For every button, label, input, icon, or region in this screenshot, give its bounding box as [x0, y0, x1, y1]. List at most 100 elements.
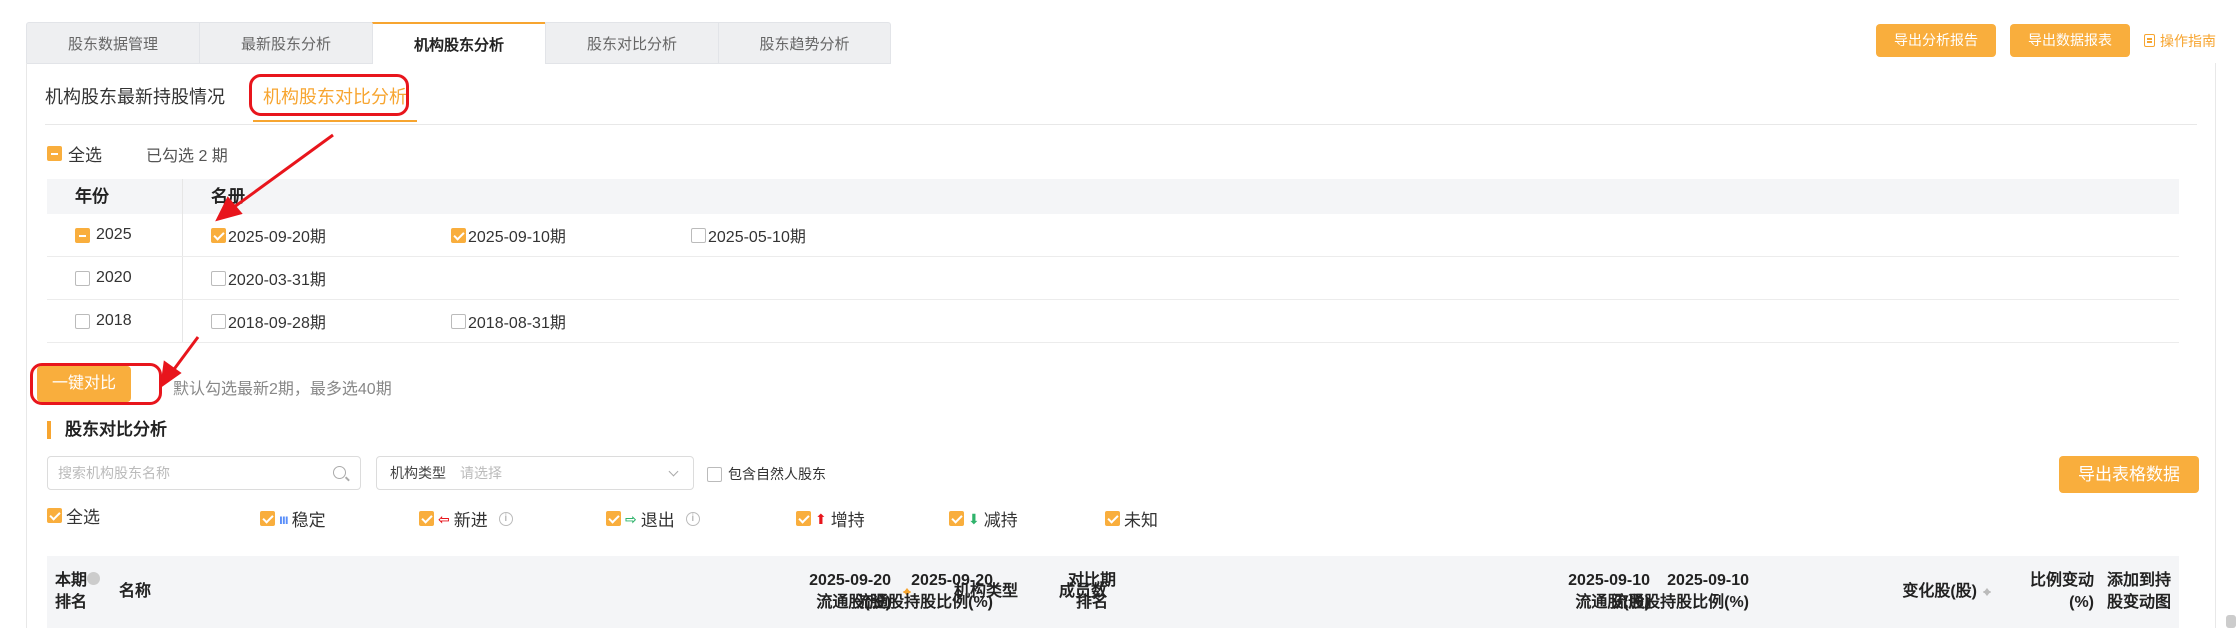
- export-table-button[interactable]: 导出表格数据: [2059, 456, 2199, 493]
- year-label: 2020: [96, 269, 132, 286]
- period-item[interactable]: 2020-03-31期: [211, 266, 451, 290]
- filter-checkbox[interactable]: [260, 511, 275, 526]
- filter-exit[interactable]: ⇨ 退出 i: [606, 506, 700, 531]
- filter-stable[interactable]: ııı 稳定: [260, 506, 326, 531]
- year-row-2020: 2020 2020-03-31期: [47, 257, 2179, 300]
- tab-institution-analysis[interactable]: 机构股东分析: [372, 22, 545, 64]
- filter-new[interactable]: ⇦ 新进 i: [419, 506, 513, 531]
- select-all-periods[interactable]: 全选 已勾选 2 期: [47, 141, 228, 166]
- filter-increase[interactable]: ⬆ 增持: [796, 506, 865, 531]
- period-table-header: 年份 名册: [47, 179, 2179, 214]
- period-label: 2025-09-10期: [468, 229, 566, 246]
- export-report-button[interactable]: 导出分析报告: [1876, 24, 1996, 57]
- year-header: 年份: [47, 179, 183, 214]
- filter-checkbox[interactable]: [1105, 511, 1120, 526]
- period-checkbox[interactable]: [211, 270, 226, 286]
- col-current-ratio[interactable]: 2025-09-20 流通股持股比例(%): [856, 556, 993, 628]
- select-all-checkbox[interactable]: [47, 146, 62, 161]
- filter-checkbox[interactable]: [606, 511, 621, 526]
- period-checkbox[interactable]: [451, 313, 466, 329]
- guide-link[interactable]: 操作指南: [2144, 31, 2216, 51]
- filter-checkbox[interactable]: [949, 511, 964, 526]
- filter-select-all[interactable]: 全选: [47, 503, 100, 528]
- section-title: 股东对比分析: [47, 421, 167, 439]
- period-label: 2018-09-28期: [228, 315, 326, 332]
- scrollbar[interactable]: [2226, 615, 2236, 628]
- natural-person-toggle[interactable]: 包含自然人股东: [707, 464, 826, 484]
- year-label: 2025: [96, 226, 132, 243]
- period-label: 2020-03-31期: [228, 272, 326, 289]
- filter-label: 稳定: [291, 511, 326, 530]
- filter-checkbox[interactable]: [796, 511, 811, 526]
- select-placeholder: 请选择: [460, 465, 502, 481]
- col-rank[interactable]: 本期 排名: [55, 556, 101, 628]
- col-add-chart[interactable]: 添加到持 股变动图: [2107, 556, 2171, 628]
- filter-checkbox[interactable]: [47, 508, 62, 523]
- year-2020-checkbox[interactable]: [75, 270, 90, 286]
- sort-icon[interactable]: [1982, 583, 1992, 601]
- one-click-compare-button[interactable]: 一键对比: [37, 366, 131, 402]
- col-name[interactable]: 名称: [119, 556, 151, 628]
- book-icon: [2144, 34, 2155, 47]
- info-icon[interactable]: i: [498, 511, 513, 526]
- period-item[interactable]: 2018-09-28期: [211, 309, 451, 333]
- col-compare-ratio[interactable]: 2025-09-10 流通股持股比例(%): [1612, 556, 1749, 628]
- year-2018-checkbox[interactable]: [75, 313, 90, 329]
- help-icon[interactable]: [87, 572, 101, 585]
- search-input[interactable]: [47, 456, 361, 490]
- year-label: 2018: [96, 312, 132, 329]
- tab-shareholder-data[interactable]: 股东数据管理: [26, 22, 199, 64]
- compare-hint: 默认勾选最新2期，最多选40期: [173, 381, 392, 398]
- filter-label: 退出: [640, 511, 675, 530]
- info-icon[interactable]: i: [685, 511, 700, 526]
- period-checkbox[interactable]: [691, 227, 706, 243]
- select-label: 机构类型: [390, 465, 446, 481]
- select-all-label: 全选: [68, 146, 102, 165]
- subtab-latest-holdings[interactable]: 机构股东最新持股情况: [45, 83, 225, 122]
- year-row-2018: 2018 2018-09-28期 2018-08-31期: [47, 300, 2179, 343]
- exit-icon: ⇨: [625, 510, 637, 527]
- filter-label: 未知: [1124, 511, 1158, 530]
- divider: [45, 124, 2197, 125]
- selected-count: 已勾选 2 期: [146, 147, 228, 165]
- filter-decrease[interactable]: ⬇ 减持: [949, 506, 1018, 531]
- subtabs: 机构股东最新持股情况 机构股东对比分析: [45, 83, 417, 122]
- filter-label: 新进: [453, 511, 488, 530]
- institution-type-select[interactable]: 机构类型 请选择: [376, 456, 694, 490]
- tab-latest-analysis[interactable]: 最新股东分析: [199, 22, 372, 64]
- arrow-down-icon: ⬇: [968, 510, 980, 527]
- period-checkbox[interactable]: [211, 313, 226, 329]
- col-ratio-change[interactable]: 比例变动 (%): [2030, 556, 2094, 628]
- year-row-2025: 2025 2025-09-20期 2025-09-10期 2025-05-10期: [47, 214, 2179, 257]
- period-item[interactable]: 2025-09-20期: [211, 223, 451, 247]
- period-checkbox[interactable]: [451, 227, 466, 243]
- enter-icon: ⇦: [438, 510, 450, 527]
- period-item[interactable]: 2025-09-10期: [451, 223, 691, 247]
- tab-trend-analysis[interactable]: 股东趋势分析: [718, 22, 891, 64]
- export-data-button[interactable]: 导出数据报表: [2010, 24, 2130, 57]
- top-bar: 股东数据管理 最新股东分析 机构股东分析 股东对比分析 股东趋势分析 导出分析报…: [26, 22, 2216, 64]
- period-label: 2025-09-20期: [228, 229, 326, 246]
- period-item[interactable]: 2025-05-10期: [691, 223, 931, 247]
- filter-row: 全选 ııı 稳定 ⇦ 新进 i ⇨ 退出 i ⬆ 增持 ⬇ 减持 未知: [47, 503, 1247, 531]
- subtab-institution-compare[interactable]: 机构股东对比分析: [253, 83, 417, 122]
- guide-label: 操作指南: [2160, 32, 2216, 49]
- col-change[interactable]: 变化股(股): [1902, 556, 1977, 628]
- period-label: 2018-08-31期: [468, 315, 566, 332]
- period-table: 年份 名册 2025 2025-09-20期 2025-09-10期 2025-…: [47, 179, 2179, 343]
- filter-label: 减持: [983, 511, 1018, 530]
- chevron-down-icon: [668, 466, 679, 477]
- tab-compare-analysis[interactable]: 股东对比分析: [545, 22, 718, 64]
- period-item[interactable]: 2018-08-31期: [451, 309, 691, 333]
- period-checkbox[interactable]: [211, 227, 226, 243]
- filter-checkbox[interactable]: [419, 511, 434, 526]
- year-2025-checkbox[interactable]: [75, 227, 90, 243]
- period-label: 2025-05-10期: [708, 229, 806, 246]
- top-actions: 导出分析报告 导出数据报表 操作指南: [1876, 24, 2216, 57]
- col-compare-rank[interactable]: 对比期 排名: [1068, 556, 1116, 628]
- filter-label: 增持: [830, 511, 865, 530]
- filter-unknown[interactable]: 未知: [1105, 506, 1158, 531]
- natural-person-checkbox[interactable]: [707, 466, 722, 482]
- search-icon[interactable]: [333, 466, 346, 479]
- arrow-up-icon: ⬆: [815, 510, 827, 527]
